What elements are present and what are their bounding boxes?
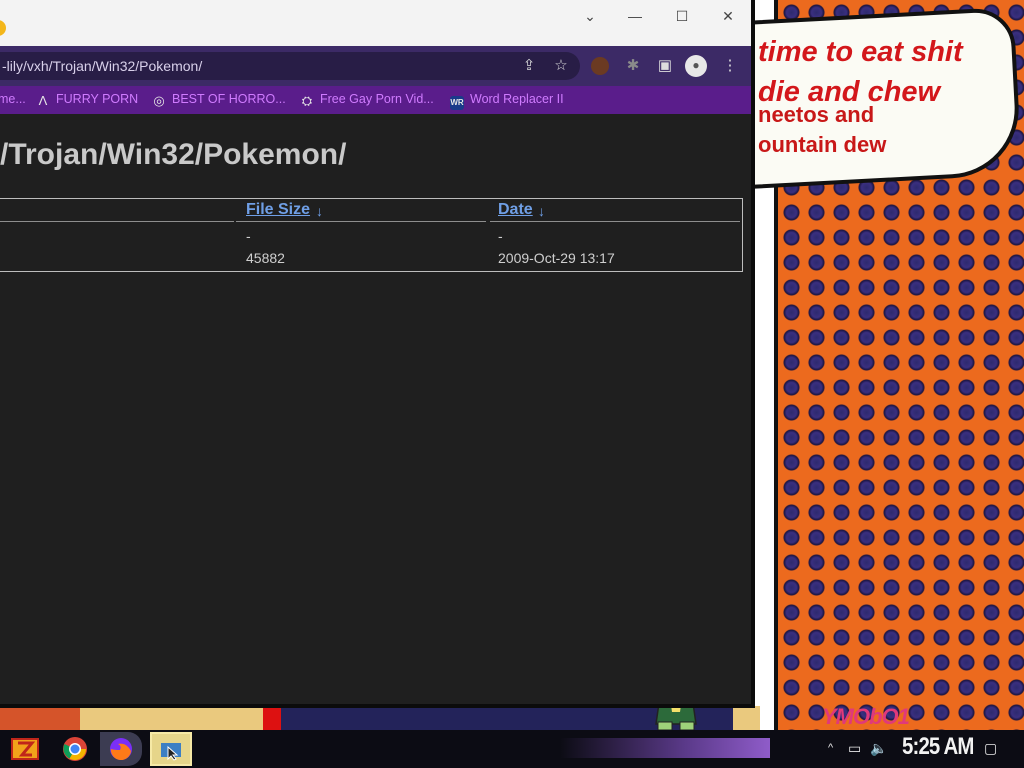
bubble-text-line: neetos and bbox=[758, 102, 875, 127]
bookmark-item[interactable]: Λ FURRY PORN bbox=[36, 91, 139, 108]
word-replacer-icon: WR bbox=[450, 96, 464, 110]
bookmark-label: FURRY PORN bbox=[56, 92, 139, 106]
file-listing-table bbox=[0, 198, 743, 272]
taskbar-explorer-button[interactable] bbox=[150, 732, 192, 766]
bookmark-item[interactable]: ⛭ Free Gay Porn Vid... bbox=[300, 91, 434, 108]
file-size-cell: 45882 bbox=[246, 250, 285, 266]
side-panel-icon[interactable]: ▣ bbox=[655, 56, 675, 76]
bubble-text-line: ountain dew bbox=[758, 132, 887, 157]
bookmark-item[interactable]: ◎ BEST OF HORRO... bbox=[152, 91, 286, 108]
taskbar-clock[interactable]: 5:25 AM bbox=[902, 733, 974, 761]
file-size-cell: - bbox=[246, 228, 251, 244]
folder-icon bbox=[161, 743, 181, 761]
column-divider bbox=[490, 221, 740, 222]
date-cell: - bbox=[498, 228, 503, 244]
bookmark-item[interactable]: WR Word Replacer II bbox=[450, 91, 564, 110]
browser-menu-icon[interactable]: ⋮ bbox=[720, 56, 740, 76]
taskbar-chrome-button[interactable] bbox=[54, 732, 96, 766]
sort-by-date-link[interactable]: Date bbox=[498, 201, 533, 219]
taskbar-firefox-button[interactable] bbox=[100, 732, 142, 766]
volume-icon[interactable]: 🔈 bbox=[870, 738, 887, 758]
bookmark-label: Word Replacer II bbox=[470, 92, 564, 106]
bookmark-label: me... bbox=[0, 92, 26, 106]
tab-search-chevron-icon[interactable]: ⌄ bbox=[580, 8, 600, 24]
bookmark-label: BEST OF HORRO... bbox=[172, 92, 286, 106]
column-divider bbox=[0, 221, 234, 222]
network-icon[interactable]: ▭ bbox=[848, 738, 861, 758]
bubble-text-line: time to eat shit bbox=[758, 36, 963, 68]
sort-arrow-icon[interactable]: ↓ bbox=[316, 203, 323, 219]
start-button[interactable] bbox=[4, 732, 46, 766]
column-divider bbox=[236, 221, 486, 222]
bookmark-item[interactable]: me... bbox=[0, 91, 26, 107]
taskbar-decoration bbox=[560, 738, 770, 758]
page-title: /Trojan/Win32/Pokemon/ bbox=[0, 138, 347, 171]
address-bar-url[interactable]: -lily/vxh/Trojan/Win32/Pokemon/ bbox=[2, 58, 202, 74]
date-cell: 2009-Oct-29 13:17 bbox=[498, 250, 615, 266]
sort-arrow-icon[interactable]: ↓ bbox=[538, 203, 545, 219]
tray-overflow-chevron-icon[interactable]: ^ bbox=[828, 738, 833, 758]
share-icon[interactable]: ⇪ bbox=[519, 56, 539, 76]
chrome-icon bbox=[63, 737, 87, 761]
profile-avatar-icon[interactable]: ● bbox=[685, 55, 707, 77]
site-favicon-icon: ⛭ bbox=[301, 93, 313, 108]
globe-icon: ◎ bbox=[153, 93, 165, 108]
arch-logo-icon: Λ bbox=[38, 93, 48, 108]
notification-center-icon[interactable]: ▢ bbox=[984, 738, 997, 758]
extensions-puzzle-icon[interactable]: ✱ bbox=[623, 56, 643, 76]
wallpaper-signature: YMObO1 bbox=[822, 704, 910, 729]
firefox-icon bbox=[110, 738, 132, 761]
bookmark-label: Free Gay Porn Vid... bbox=[320, 92, 434, 106]
close-button[interactable]: ✕ bbox=[718, 8, 738, 24]
maximize-button[interactable]: ☐ bbox=[672, 8, 692, 24]
bookmark-star-icon[interactable]: ☆ bbox=[551, 56, 571, 76]
sort-by-file-size-link[interactable]: File Size bbox=[246, 201, 310, 219]
minimize-button[interactable]: — bbox=[625, 8, 645, 24]
extension-avatar-icon[interactable] bbox=[591, 57, 609, 75]
start-logo-icon bbox=[11, 738, 39, 760]
